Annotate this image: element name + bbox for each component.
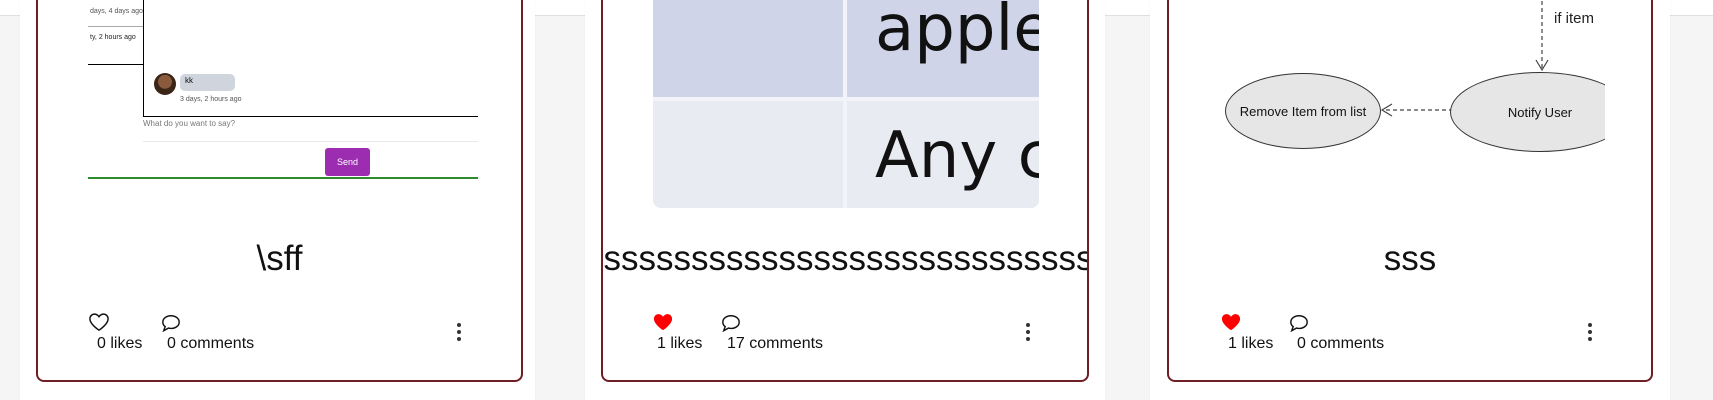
post-card-1[interactable]: days, 4 days ago ty, 2 hours ago kk 3 da… bbox=[36, 0, 523, 382]
send-button[interactable]: Send bbox=[325, 148, 370, 176]
post-thumbnail[interactable]: days, 4 days ago ty, 2 hours ago kk 3 da… bbox=[88, 0, 478, 184]
post-title: ssssssssssssssssssssssssssssssssss bbox=[601, 239, 1089, 278]
input-divider bbox=[143, 141, 478, 142]
post-thumbnail[interactable]: if item Remove Item from list Notify Use… bbox=[1225, 0, 1605, 194]
comments-count[interactable]: 0 comments bbox=[167, 335, 254, 353]
comment-timestamp: days, 4 days ago bbox=[90, 8, 143, 15]
heart-icon[interactable] bbox=[1220, 312, 1242, 332]
post-title: sss bbox=[1383, 239, 1437, 278]
post-card-2[interactable]: apple Any c ssssssssssssssssssssssssssss… bbox=[601, 0, 1089, 382]
avatar bbox=[154, 73, 176, 95]
heart-icon[interactable] bbox=[652, 312, 674, 332]
thumbnail-divider bbox=[88, 64, 143, 65]
more-vertical-icon[interactable] bbox=[1025, 323, 1031, 343]
more-vertical-icon[interactable] bbox=[1587, 323, 1593, 343]
input-underline bbox=[88, 177, 478, 179]
table-cell bbox=[653, 0, 843, 97]
comment-timestamp: ty, 2 hours ago bbox=[90, 34, 136, 41]
chat-bubble-icon[interactable] bbox=[720, 313, 742, 333]
likes-count: 0 likes bbox=[97, 335, 143, 352]
diagram-node: Remove Item from list bbox=[1225, 73, 1381, 149]
chat-bubble-icon[interactable] bbox=[1288, 313, 1310, 333]
table-grid-line bbox=[843, 0, 847, 208]
table-grid-line bbox=[653, 97, 1039, 101]
comment-input-placeholder: What do you want to say? bbox=[143, 119, 236, 128]
comments-count[interactable]: 0 comments bbox=[1297, 335, 1384, 353]
post-card-3[interactable]: if item Remove Item from list Notify Use… bbox=[1167, 0, 1653, 382]
thumbnail-divider bbox=[143, 116, 478, 117]
comment-bubble: kk bbox=[180, 74, 235, 91]
heart-icon[interactable] bbox=[88, 312, 110, 332]
likes-count: 1 likes bbox=[657, 335, 703, 352]
table-cell bbox=[653, 101, 843, 208]
chat-bubble-icon[interactable] bbox=[160, 313, 182, 333]
edge-label: if item bbox=[1554, 10, 1595, 27]
likes-count: 1 likes bbox=[1228, 335, 1274, 352]
table-cell-text: apple bbox=[875, 0, 1039, 66]
thumbnail-divider bbox=[88, 26, 143, 27]
more-vertical-icon[interactable] bbox=[456, 323, 462, 343]
post-title: \sff bbox=[256, 239, 303, 278]
thumbnail-divider bbox=[143, 0, 144, 117]
post-thumbnail[interactable]: apple Any c bbox=[653, 0, 1039, 208]
table-cell-text: Any c bbox=[875, 119, 1039, 193]
comment-time: 3 days, 2 hours ago bbox=[180, 96, 242, 103]
comments-count[interactable]: 17 comments bbox=[727, 335, 823, 353]
